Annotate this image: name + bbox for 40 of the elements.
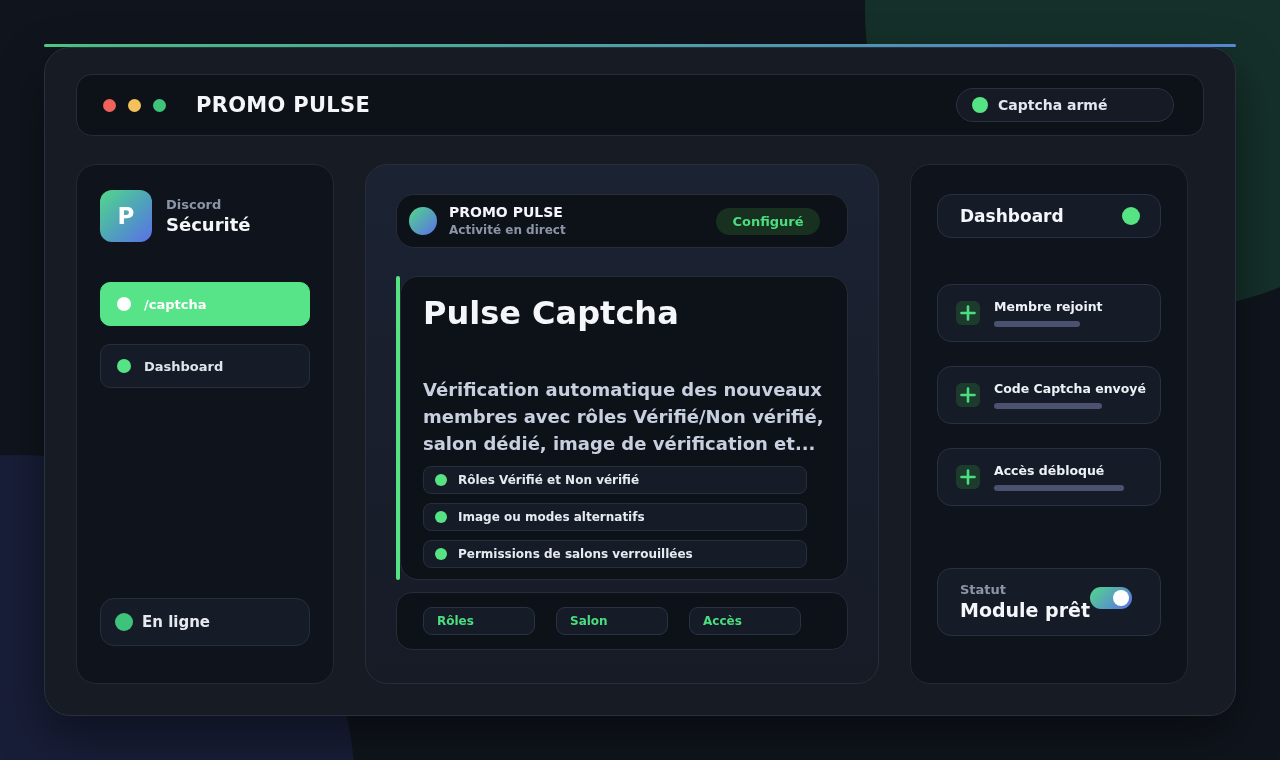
plus-icon [956, 383, 980, 407]
feature-label: Permissions de salons verrouillées [458, 547, 693, 561]
event-label: Code Captcha envoyé [994, 381, 1146, 397]
status-dot-icon [117, 359, 131, 373]
feature-label: Image ou modes alternatifs [458, 510, 645, 524]
header-title: PROMO PULSE [449, 203, 564, 222]
app-logo: P [100, 190, 152, 242]
event-label: Accès débloqué [994, 463, 1106, 479]
brand-title: Sécurité [166, 212, 251, 237]
shortcut-button[interactable]: Salon [556, 607, 668, 635]
nav-item[interactable]: Dashboard [100, 344, 310, 388]
status-dot-icon [435, 474, 447, 486]
status-dot-icon [117, 297, 131, 311]
module-description: Vérification automatique des nouveaux membres avec rôles Vérifié/Non vérifié, salon dédié, image de vérification et... [423, 378, 825, 456]
status-dot-icon [972, 97, 988, 113]
status-badge: Configuré [716, 207, 820, 235]
status-dot-icon [115, 613, 133, 631]
plus-icon [956, 301, 980, 325]
status-dot-icon [1122, 207, 1140, 225]
window-dot-icon[interactable] [103, 98, 116, 112]
shortcut-button[interactable]: Accès [689, 607, 801, 635]
window-dot-icon[interactable] [153, 98, 166, 112]
status-dot-icon [435, 511, 447, 523]
plus-icon [956, 465, 980, 489]
shortcut-button[interactable]: Rôles [423, 607, 535, 635]
status-caption: Statut [960, 582, 1008, 598]
window-dot-icon[interactable] [128, 98, 141, 112]
status-dot-icon [435, 548, 447, 560]
brand-caption: Discord [166, 195, 223, 213]
app-title: PROMO PULSE [196, 93, 371, 117]
status-label: Captcha armé [998, 97, 1108, 113]
status-value: Module prêt [960, 598, 1091, 622]
status-label: En ligne [142, 613, 211, 631]
feature-label: Rôles Vérifié et Non vérifié [458, 473, 640, 487]
header-subtitle: Activité en direct [449, 222, 566, 239]
toggle-switch[interactable] [1090, 587, 1133, 609]
avatar-icon [409, 207, 437, 235]
event-label: Membre rejoint [994, 299, 1103, 315]
module-title: Pulse Captcha [423, 294, 680, 332]
panel-title: Dashboard [960, 206, 1064, 226]
